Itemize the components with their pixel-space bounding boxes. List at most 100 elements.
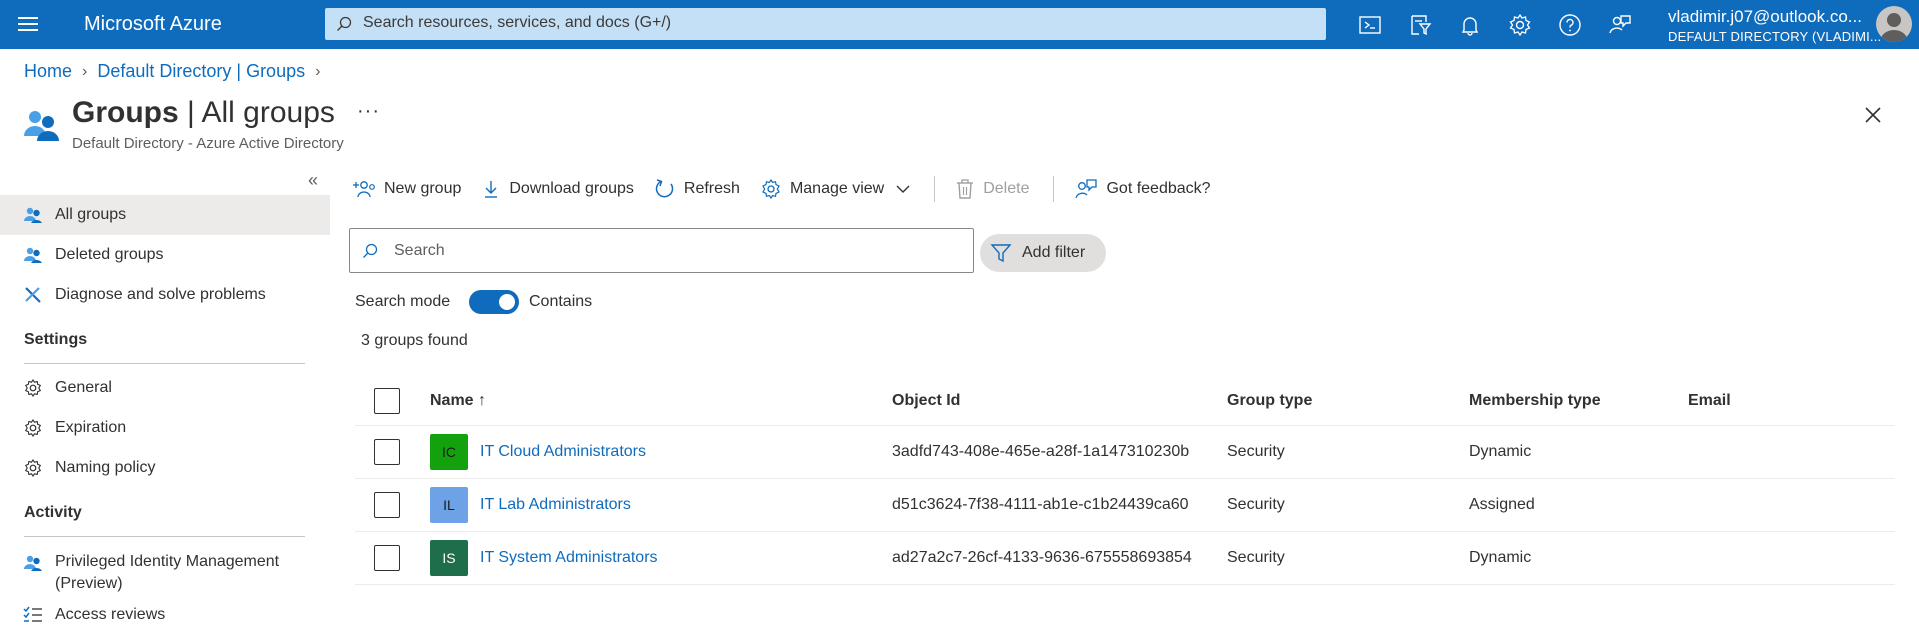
global-search-input[interactable]: Search resources, services, and docs (G+… — [325, 8, 1326, 40]
sidebar-item-diagnose[interactable]: Diagnose and solve problems — [0, 275, 330, 315]
top-bar: Microsoft Azure Search resources, servic… — [0, 0, 1919, 49]
groups-icon — [24, 111, 59, 141]
group-name-cell: IC IT Cloud Administrators — [430, 426, 646, 478]
account-info[interactable]: vladimir.j07@outlook.co... DEFAULT DIREC… — [1668, 7, 1881, 44]
breadcrumb-groups[interactable]: Default Directory | Groups — [97, 61, 305, 82]
chevron-right-icon: › — [82, 62, 88, 80]
search-icon — [337, 16, 352, 31]
download-groups-label: Download groups — [509, 180, 634, 197]
sidebar-heading-activity: Activity — [24, 504, 82, 521]
chevron-right-icon: › — [315, 62, 321, 80]
groups-icon — [24, 555, 42, 571]
sidebar-item-naming-policy[interactable]: Naming policy — [0, 448, 330, 488]
gear-icon — [24, 379, 42, 397]
group-type-cell: Security — [1227, 496, 1285, 513]
gear-icon — [24, 419, 42, 437]
group-avatar: IS — [430, 540, 468, 576]
group-name-link[interactable]: IT Cloud Administrators — [480, 443, 646, 461]
column-header-name[interactable]: Name ↑ — [430, 376, 486, 425]
refresh-button[interactable]: Refresh — [654, 178, 740, 200]
command-bar: New group Download groups Refresh Manage… — [352, 174, 1231, 204]
checklist-icon — [23, 606, 42, 622]
row-checkbox[interactable] — [374, 439, 400, 465]
help-question-icon[interactable] — [1557, 12, 1583, 38]
page-title-main: Groups — [72, 96, 179, 129]
notifications-bell-icon[interactable] — [1457, 12, 1483, 38]
sidebar-item-pim[interactable]: Privileged Identity Management (Preview) — [0, 541, 330, 599]
filter-icon — [990, 244, 1012, 263]
search-mode-value: Contains — [529, 293, 593, 310]
cloud-shell-icon[interactable] — [1357, 12, 1383, 38]
sidebar-item-access-reviews[interactable]: Access reviews — [0, 599, 330, 631]
download-groups-button[interactable]: Download groups — [481, 179, 634, 199]
sidebar-item-label: Naming policy — [55, 459, 156, 476]
feedback-icon[interactable] — [1607, 12, 1633, 38]
collapse-sidebar-button[interactable]: « — [308, 170, 318, 191]
group-type-cell: Security — [1227, 549, 1285, 566]
result-count: 3 groups found — [361, 332, 468, 349]
delete-button[interactable]: Delete — [955, 178, 1029, 200]
add-filter-button[interactable]: Add filter — [980, 234, 1106, 272]
toggle-knob — [499, 294, 515, 310]
table-row[interactable]: IC IT Cloud Administrators 3adfd743-408e… — [355, 426, 1895, 479]
manage-view-button[interactable]: Manage view — [760, 178, 910, 200]
refresh-icon — [655, 179, 674, 198]
group-name-link[interactable]: IT System Administrators — [480, 549, 658, 567]
divider — [1053, 176, 1055, 202]
column-header-email[interactable]: Email — [1688, 376, 1731, 425]
object-id-cell: d51c3624-7f38-4111-ab1e-c1b24439ca60 — [892, 496, 1189, 513]
groups-icon — [24, 207, 42, 223]
table-header-row: Name ↑ Object Id Group type Membership t… — [355, 376, 1895, 426]
column-header-object-id[interactable]: Object Id — [892, 376, 960, 425]
breadcrumb-home[interactable]: Home — [24, 61, 72, 82]
object-id-cell: 3adfd743-408e-465e-a28f-1a147310230b — [892, 443, 1190, 460]
sidebar-item-general[interactable]: General — [0, 368, 330, 408]
groups-table: Name ↑ Object Id Group type Membership t… — [355, 376, 1895, 585]
new-group-button[interactable]: New group — [352, 179, 461, 199]
sidebar-item-all-groups[interactable]: All groups — [0, 195, 330, 235]
page-title: Groups | All groups — [72, 96, 335, 130]
search-mode-toggle[interactable] — [469, 290, 519, 314]
gear-icon — [24, 459, 42, 477]
row-checkbox[interactable] — [374, 492, 400, 518]
add-group-icon — [353, 181, 375, 198]
sidebar-item-label: Privileged Identity Management (Preview) — [55, 553, 280, 592]
divider — [24, 363, 305, 364]
brand-title[interactable]: Microsoft Azure — [84, 13, 222, 36]
breadcrumb: Home › Default Directory | Groups › — [24, 61, 330, 82]
groups-search-input[interactable]: Search — [349, 228, 974, 273]
hamburger-menu-icon[interactable] — [16, 13, 42, 35]
row-checkbox[interactable] — [374, 545, 400, 571]
sidebar: All groups Deleted groups Diagnose and s… — [0, 195, 330, 631]
settings-gear-icon[interactable] — [1507, 12, 1533, 38]
sidebar-item-label: Access reviews — [55, 606, 166, 623]
manage-view-label: Manage view — [789, 180, 885, 197]
membership-type-cell: Dynamic — [1469, 549, 1532, 566]
add-filter-label: Add filter — [1022, 244, 1086, 261]
search-icon — [363, 243, 378, 258]
avatar[interactable] — [1876, 6, 1912, 42]
close-icon[interactable] — [1861, 103, 1885, 127]
wrench-icon — [25, 287, 41, 303]
sidebar-item-expiration[interactable]: Expiration — [0, 408, 330, 448]
table-row[interactable]: IL IT Lab Administrators d51c3624-7f38-4… — [355, 479, 1895, 532]
divider — [934, 176, 936, 202]
feedback-button[interactable]: Got feedback? — [1074, 178, 1211, 200]
feedback-icon — [1075, 179, 1098, 199]
group-name-link[interactable]: IT Lab Administrators — [480, 496, 631, 514]
table-row[interactable]: IS IT System Administrators ad27a2c7-26c… — [355, 532, 1895, 585]
membership-type-cell: Assigned — [1469, 496, 1535, 513]
select-all-cell — [374, 376, 400, 425]
global-search-placeholder: Search resources, services, and docs (G+… — [363, 14, 672, 31]
sidebar-item-deleted-groups[interactable]: Deleted groups — [0, 235, 330, 275]
column-header-group-type[interactable]: Group type — [1227, 376, 1312, 425]
column-header-membership-type[interactable]: Membership type — [1469, 376, 1601, 425]
group-name-cell: IS IT System Administrators — [430, 532, 658, 584]
select-all-checkbox[interactable] — [374, 387, 400, 414]
refresh-label: Refresh — [683, 180, 740, 197]
row-select-cell — [374, 426, 400, 478]
chevron-down-icon — [896, 185, 910, 193]
directory-filter-icon[interactable] — [1407, 12, 1433, 38]
more-options-button[interactable]: ··· — [357, 100, 380, 123]
group-avatar: IC — [430, 434, 468, 470]
